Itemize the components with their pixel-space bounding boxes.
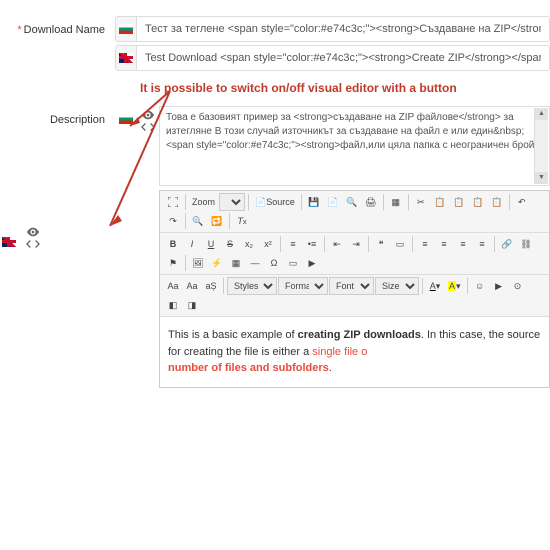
remove-format-icon[interactable]: Tx bbox=[233, 212, 251, 230]
scroll-up-icon[interactable]: ▲ bbox=[535, 108, 548, 120]
description-field: Description Това е базовият пример за <s… bbox=[0, 103, 550, 391]
download-name-bg-input[interactable] bbox=[137, 16, 550, 42]
bg-color-icon[interactable]: A▾ bbox=[445, 277, 464, 295]
find-icon[interactable]: 🔍 bbox=[189, 212, 207, 230]
form-container: *Download Name It is possible to switch … bbox=[0, 0, 550, 396]
editor-toolbar-2: B I U S x₂ x² ≡ •≡ ⇤ ⇥ ❝ ▭ bbox=[160, 233, 549, 275]
font-select[interactable]: Font bbox=[329, 277, 374, 295]
bullet-list-icon[interactable]: •≡ bbox=[303, 235, 321, 253]
zoom-select[interactable] bbox=[219, 193, 245, 211]
copy-icon[interactable]: 📋 bbox=[431, 193, 449, 211]
unlink-icon[interactable]: ⛓ bbox=[517, 235, 535, 253]
eye-icon bbox=[26, 227, 40, 237]
description-bg-row: Това е базовият пример за <strong>създав… bbox=[115, 106, 550, 186]
video2-icon[interactable]: ▶ bbox=[490, 277, 508, 295]
iframe-icon[interactable]: ▭ bbox=[284, 254, 302, 272]
size-select[interactable]: Size bbox=[375, 277, 419, 295]
code-icon bbox=[141, 122, 155, 132]
subscript-button[interactable]: x₂ bbox=[240, 235, 258, 253]
video-icon[interactable]: ▶ bbox=[303, 254, 321, 272]
hr-icon[interactable]: — bbox=[246, 254, 264, 272]
special-char-icon[interactable]: Ω bbox=[265, 254, 283, 272]
replace-icon[interactable]: 🔁 bbox=[208, 212, 226, 230]
annotation-text: It is possible to switch on/off visual e… bbox=[140, 81, 550, 95]
outdent-icon[interactable]: ⇤ bbox=[328, 235, 346, 253]
description-bg-textarea[interactable]: Това е базовият пример за <strong>създав… bbox=[159, 106, 550, 186]
download-name-bg-row bbox=[115, 16, 550, 42]
align-center-icon[interactable]: ≡ bbox=[435, 235, 453, 253]
new-page-icon[interactable]: 📄 bbox=[324, 193, 342, 211]
paste-icon[interactable]: 📋 bbox=[450, 193, 468, 211]
text-color-icon[interactable]: A▾ bbox=[426, 277, 444, 295]
superscript-button[interactable]: x² bbox=[259, 235, 277, 253]
div-icon[interactable]: ▭ bbox=[391, 235, 409, 253]
editor-toolbar-1: Zoom 📄 Source 💾 📄 🔍 🖨 ▦ ✂ 📋 bbox=[160, 191, 549, 233]
ltr-icon[interactable]: Aa bbox=[164, 277, 182, 295]
strike-button[interactable]: S bbox=[221, 235, 239, 253]
symbol-icon[interactable]: ⊙ bbox=[509, 277, 527, 295]
blockquote-icon[interactable]: ❝ bbox=[372, 235, 390, 253]
aq-icon[interactable]: aȘ bbox=[202, 277, 220, 295]
editor-toggle-en[interactable] bbox=[22, 223, 44, 253]
description-label: Description bbox=[0, 106, 115, 126]
zoom-label: Zoom bbox=[189, 193, 218, 211]
extra2-icon[interactable]: ◨ bbox=[183, 296, 201, 314]
download-name-label: *Download Name bbox=[0, 16, 115, 36]
scroll-down-icon[interactable]: ▼ bbox=[535, 172, 548, 184]
flag-english bbox=[115, 45, 137, 71]
scrollbar[interactable]: ▲ ▼ bbox=[534, 108, 548, 184]
align-left-icon[interactable]: ≡ bbox=[416, 235, 434, 253]
download-name-en-row bbox=[115, 45, 550, 71]
editor-content-area[interactable]: This is a basic example of creating ZIP … bbox=[160, 317, 549, 387]
paste-word-icon[interactable]: 📋 bbox=[488, 193, 506, 211]
flag-english bbox=[0, 235, 18, 249]
rtl-icon[interactable]: Aa bbox=[183, 277, 201, 295]
undo-icon[interactable]: ↶ bbox=[513, 193, 531, 211]
preview-icon[interactable]: 🔍 bbox=[343, 193, 361, 211]
align-right-icon[interactable]: ≡ bbox=[454, 235, 472, 253]
styles-select[interactable]: Styles bbox=[227, 277, 277, 295]
description-en-row: Zoom 📄 Source 💾 📄 🔍 🖨 ▦ ✂ 📋 bbox=[115, 188, 550, 388]
redo-icon[interactable]: ↷ bbox=[164, 212, 182, 230]
editor-toggle-bg[interactable] bbox=[137, 106, 159, 136]
table-icon[interactable]: ▦ bbox=[227, 254, 245, 272]
cut-icon[interactable]: ✂ bbox=[412, 193, 430, 211]
templates-icon[interactable]: ▦ bbox=[387, 193, 405, 211]
link-icon[interactable]: 🔗 bbox=[498, 235, 516, 253]
underline-button[interactable]: U bbox=[202, 235, 220, 253]
align-justify-icon[interactable]: ≡ bbox=[473, 235, 491, 253]
anchor-icon[interactable]: ⚑ bbox=[164, 254, 182, 272]
paste-text-icon[interactable]: 📋 bbox=[469, 193, 487, 211]
download-name-field: *Download Name bbox=[0, 13, 550, 77]
extra1-icon[interactable]: ◧ bbox=[164, 296, 182, 314]
image-icon[interactable]: 🖼 bbox=[189, 254, 207, 272]
save-icon[interactable]: 💾 bbox=[305, 193, 323, 211]
code-icon bbox=[26, 239, 40, 249]
flag-bulgaria bbox=[115, 106, 137, 132]
emoji-icon[interactable]: ☺ bbox=[471, 277, 489, 295]
download-name-en-input[interactable] bbox=[137, 45, 550, 71]
format-select[interactable]: Format bbox=[278, 277, 328, 295]
eye-icon bbox=[141, 110, 155, 120]
indent-icon[interactable]: ⇥ bbox=[347, 235, 365, 253]
required-asterisk: * bbox=[17, 24, 21, 36]
number-list-icon[interactable]: ≡ bbox=[284, 235, 302, 253]
bold-button[interactable]: B bbox=[164, 235, 182, 253]
print-icon[interactable]: 🖨 bbox=[362, 193, 380, 211]
flag-bulgaria bbox=[115, 16, 137, 42]
fullscreen-icon[interactable] bbox=[164, 193, 182, 211]
flash-icon[interactable]: ⚡ bbox=[208, 254, 226, 272]
italic-button[interactable]: I bbox=[183, 235, 201, 253]
editor-toolbar-3: Aa Aa aȘ Styles Format Font Size A▾ A▾ ☺ bbox=[160, 275, 549, 317]
rich-text-editor: Zoom 📄 Source 💾 📄 🔍 🖨 ▦ ✂ 📋 bbox=[159, 190, 550, 388]
source-button[interactable]: 📄 Source bbox=[252, 193, 298, 211]
